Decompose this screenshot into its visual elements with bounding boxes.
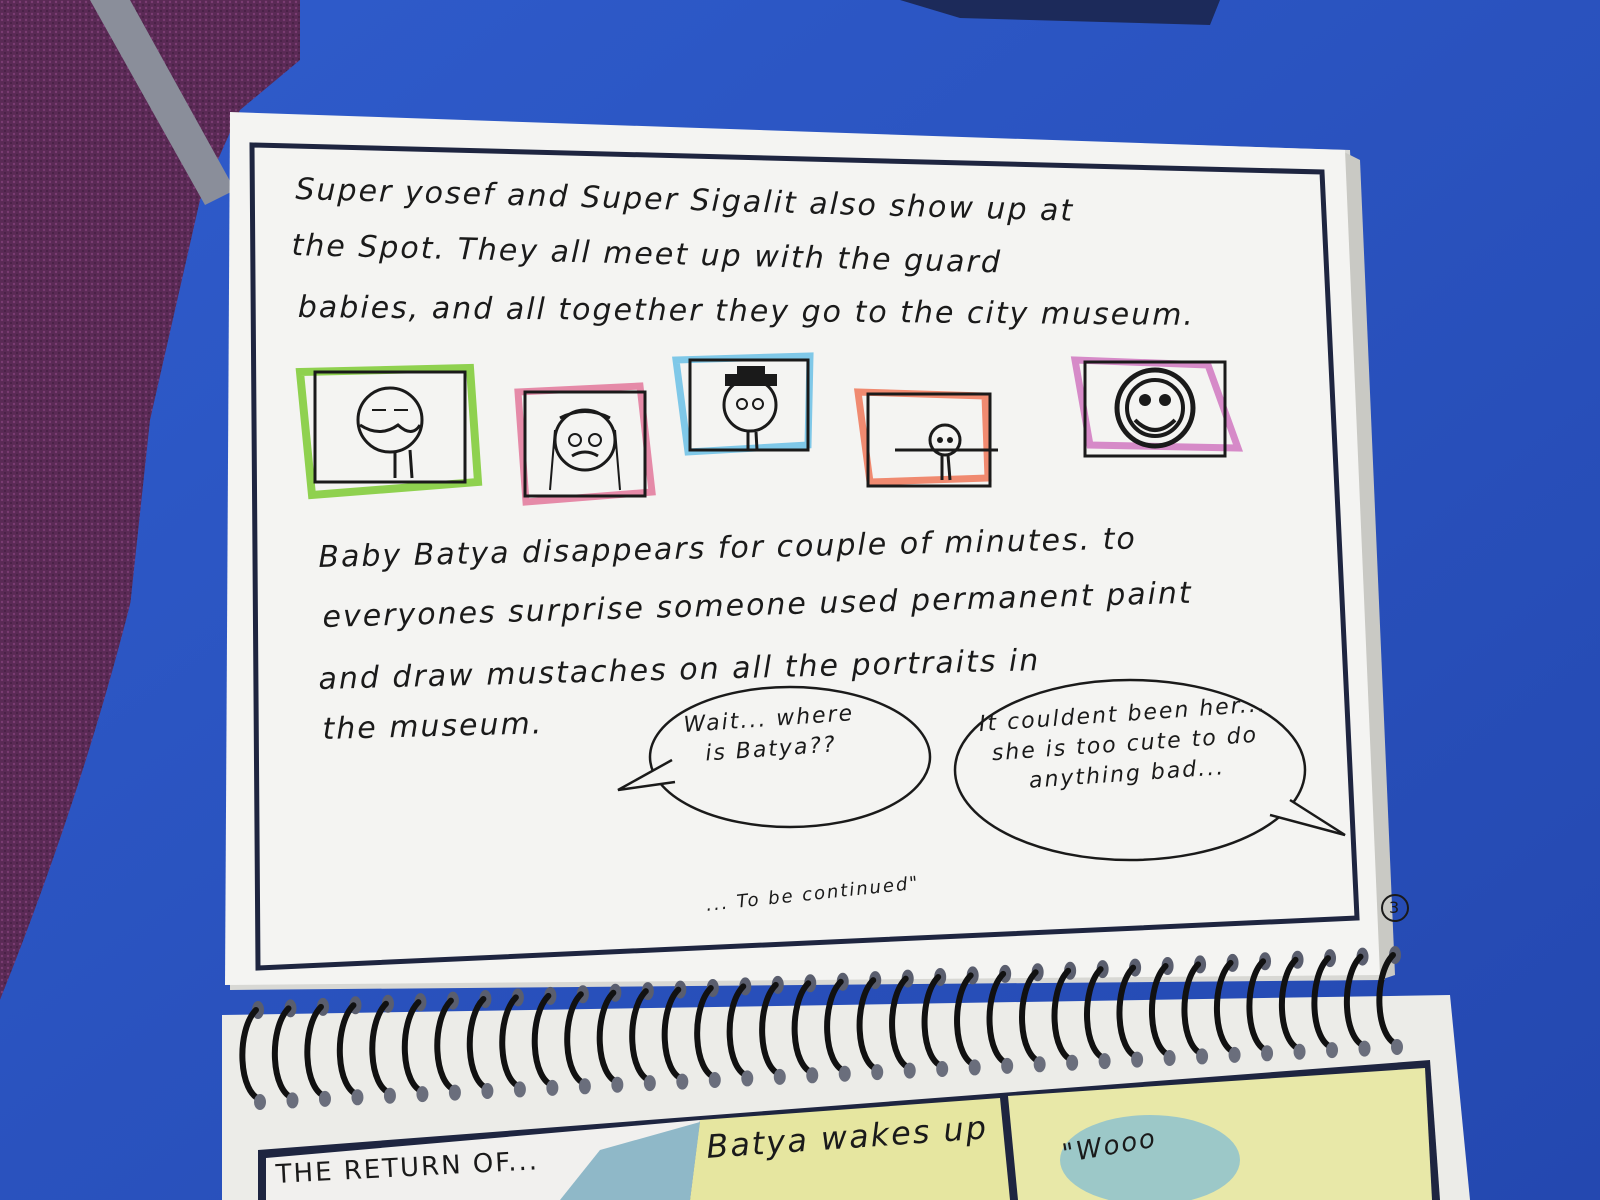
photo-scene: Super yosef and Super Sigalit also show …: [0, 0, 1600, 1200]
portrait-frame-color: [514, 382, 656, 506]
portrait-1: [295, 363, 483, 500]
portrait-5: [1070, 356, 1244, 458]
portrait-4: [853, 388, 998, 488]
portrait-2: [514, 382, 656, 506]
speech-bubble-1-text: Wait... where is Batya??: [682, 701, 855, 767]
portrait-frame-color: [853, 388, 992, 486]
story-line-7: the museum.: [322, 706, 544, 747]
portrait-3: [672, 352, 814, 456]
page-number: 3: [1389, 898, 1400, 917]
